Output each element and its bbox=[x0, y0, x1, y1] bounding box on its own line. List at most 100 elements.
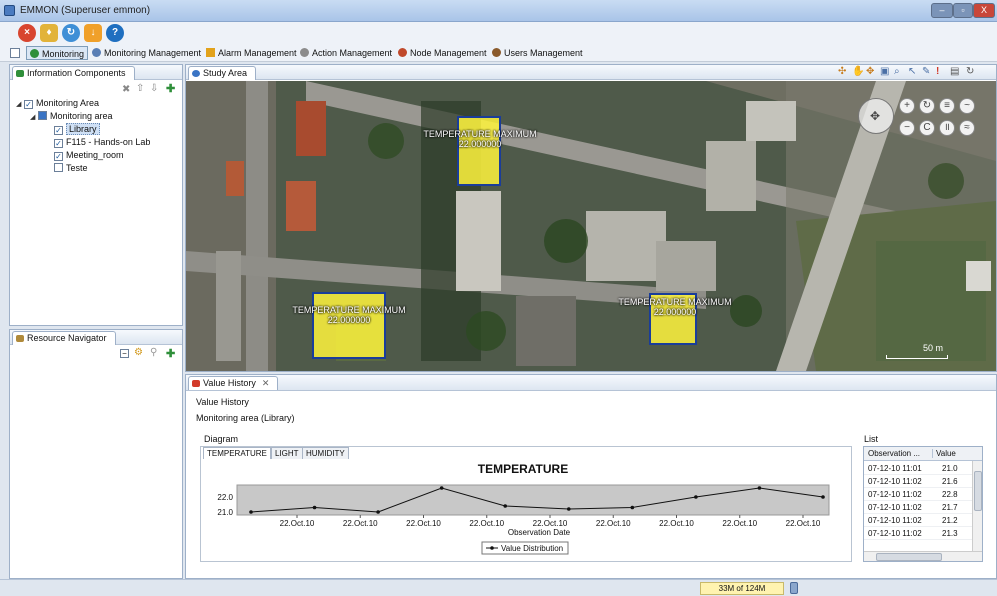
perspective-icon[interactable] bbox=[10, 48, 20, 58]
checkbox[interactable] bbox=[38, 111, 47, 120]
help-icon[interactable]: ? bbox=[106, 24, 124, 42]
checkbox[interactable] bbox=[54, 163, 63, 172]
components-icon bbox=[16, 70, 24, 77]
save-icon[interactable]: ↓ bbox=[84, 24, 102, 42]
tree-item-f115[interactable]: ✓ F115 - Hands-on Lab bbox=[54, 136, 150, 148]
column-header-observation[interactable]: Observation ... bbox=[868, 449, 920, 458]
reset-button[interactable]: C bbox=[919, 120, 935, 136]
wrench-icon bbox=[300, 48, 309, 57]
list-item[interactable]: 07-12-10 11:02 21.3 bbox=[864, 527, 972, 540]
menu-monitoring-management[interactable]: Monitoring Management bbox=[92, 46, 201, 60]
zoom-in-tool-icon[interactable]: ✣ bbox=[838, 66, 846, 77]
camera-icon[interactable]: ▣ bbox=[880, 66, 889, 77]
tree-item-monitoring-area[interactable]: ◢ Monitoring area bbox=[30, 110, 113, 122]
add-icon[interactable]: ✚ bbox=[166, 347, 175, 360]
tree-item-monitoring-area-root[interactable]: ◢ ✓ Monitoring Area bbox=[16, 97, 99, 109]
search-icon[interactable]: ⌕ bbox=[894, 66, 900, 77]
panel-header: Information Components bbox=[10, 65, 182, 80]
data-point bbox=[503, 504, 508, 508]
add-icon[interactable]: ✚ bbox=[166, 82, 175, 95]
value-history-subheading: Monitoring area (Library) bbox=[196, 413, 295, 423]
move-up-icon[interactable]: ⇧ bbox=[136, 83, 144, 94]
panel-header: Resource Navigator bbox=[10, 330, 182, 345]
expand-arrow-icon[interactable]: ◢ bbox=[16, 99, 24, 111]
warning-icon bbox=[206, 48, 215, 57]
title-bar: EMMON (Superuser emmon) – ▫ X bbox=[0, 0, 997, 22]
horizontal-scrollbar[interactable] bbox=[864, 551, 982, 561]
tab-light[interactable]: LIGHT bbox=[271, 447, 303, 459]
zone-label: TEMPERATURE MAXIMUM 22.000000 bbox=[423, 129, 537, 149]
alert-icon[interactable]: ! bbox=[936, 66, 939, 77]
menu-node-management[interactable]: Node Management bbox=[398, 46, 487, 60]
x-tick-label: 22.Oct.10 bbox=[406, 519, 441, 528]
collapse-all-icon[interactable]: − bbox=[120, 349, 129, 358]
user-icon[interactable]: ♦ bbox=[40, 24, 58, 42]
refresh-icon[interactable]: ↻ bbox=[62, 24, 80, 42]
observation-list[interactable]: Observation ... Value 07-12-10 11:01 21.0… bbox=[863, 446, 983, 562]
vertical-scrollbar[interactable] bbox=[972, 461, 982, 553]
status-bar: 33M of 124M bbox=[0, 579, 997, 596]
rotate-button[interactable]: ↻ bbox=[919, 98, 935, 114]
edit-icon[interactable]: ✎ bbox=[922, 66, 930, 77]
chart-title: TEMPERATURE bbox=[478, 462, 568, 476]
zoom-in-button[interactable]: + bbox=[899, 98, 915, 114]
checkbox[interactable]: ✓ bbox=[24, 100, 33, 109]
diagram-box: TEMPERATURE LIGHT HUMIDITY TEMPERATURE 2… bbox=[200, 446, 852, 562]
menu-bar: Monitoring Monitoring Management Alarm M… bbox=[0, 44, 997, 62]
menu-alarm-management[interactable]: Alarm Management bbox=[206, 46, 297, 60]
tree-item-library[interactable]: ✓ Library bbox=[54, 123, 100, 135]
pan-tool-icon[interactable]: ✋ bbox=[852, 66, 864, 77]
expand-arrow-icon[interactable]: ◢ bbox=[30, 112, 38, 124]
list-item[interactable]: 07-12-10 11:02 21.6 bbox=[864, 475, 972, 488]
measure-icon[interactable]: ↖ bbox=[908, 66, 916, 77]
exit-icon[interactable]: × bbox=[18, 24, 36, 42]
x-tick-label: 22.Oct.10 bbox=[659, 519, 694, 528]
zoom-out-button[interactable]: − bbox=[899, 120, 915, 136]
menu-monitoring[interactable]: Monitoring bbox=[26, 46, 89, 60]
close-tab-icon[interactable]: ✕ bbox=[262, 378, 270, 388]
observation-date: 07-12-10 11:02 bbox=[868, 490, 922, 499]
measure-button[interactable]: ~ bbox=[959, 98, 975, 114]
menu-users-management[interactable]: Users Management bbox=[492, 46, 583, 60]
layers-icon[interactable]: ▤ bbox=[950, 66, 959, 77]
minimize-button[interactable]: – bbox=[931, 3, 953, 18]
information-components-tab[interactable]: Information Components bbox=[12, 66, 135, 80]
wave-button[interactable]: ≈ bbox=[959, 120, 975, 136]
tab-temperature[interactable]: TEMPERATURE bbox=[203, 447, 271, 459]
select-tool-icon[interactable]: ✥ bbox=[866, 66, 874, 77]
pause-button[interactable]: ॥ bbox=[939, 120, 955, 136]
tilt-button[interactable]: ≡ bbox=[939, 98, 955, 114]
close-button[interactable]: X bbox=[973, 3, 995, 18]
value-history-heading: Value History bbox=[196, 397, 249, 407]
link-icon[interactable]: ⚙ bbox=[134, 347, 143, 358]
settings-icon[interactable]: ↻ bbox=[966, 66, 974, 77]
panel-header: Study Area ✣ ✋ ✥ ▣ ⌕ ↖ ✎ ! ▤ ↻ bbox=[186, 65, 996, 80]
filter-icon[interactable]: ⚲ bbox=[150, 347, 157, 358]
tree-item-meeting-room[interactable]: ✓ Meeting_room bbox=[54, 149, 124, 161]
tab-humidity[interactable]: HUMIDITY bbox=[302, 447, 349, 459]
checkbox[interactable]: ✓ bbox=[54, 139, 63, 148]
column-header-value[interactable]: Value bbox=[932, 449, 956, 458]
list-item[interactable]: 07-12-10 11:02 22.8 bbox=[864, 488, 972, 501]
scroll-thumb[interactable] bbox=[974, 471, 982, 511]
garbage-collect-icon[interactable] bbox=[790, 582, 798, 594]
resource-navigator-tab[interactable]: Resource Navigator bbox=[12, 331, 116, 345]
list-item[interactable]: 07-12-10 11:02 21.2 bbox=[864, 514, 972, 527]
sensor-zone[interactable] bbox=[457, 116, 501, 186]
maximize-button[interactable]: ▫ bbox=[953, 3, 973, 18]
satellite-map[interactable]: TEMPERATURE MAXIMUM 22.000000 TEMPERATURE… bbox=[186, 81, 996, 371]
value-history-tab[interactable]: Value History ✕ bbox=[188, 376, 279, 390]
list-item[interactable]: 07-12-10 11:01 21.0 bbox=[864, 462, 972, 475]
checkbox[interactable]: ✓ bbox=[54, 152, 63, 161]
list-item[interactable]: 07-12-10 11:02 21.7 bbox=[864, 501, 972, 514]
data-point bbox=[630, 505, 635, 510]
move-down-icon[interactable]: ⇩ bbox=[150, 83, 158, 94]
study-area-tab[interactable]: Study Area bbox=[188, 66, 257, 80]
hscroll-thumb[interactable] bbox=[876, 553, 942, 561]
sensor-zone[interactable] bbox=[312, 292, 386, 359]
data-point bbox=[312, 505, 317, 510]
checkbox[interactable]: ✓ bbox=[54, 126, 63, 135]
remove-icon[interactable]: ✖ bbox=[122, 84, 130, 95]
tree-item-teste[interactable]: Teste bbox=[54, 162, 88, 174]
menu-action-management[interactable]: Action Management bbox=[300, 46, 392, 60]
